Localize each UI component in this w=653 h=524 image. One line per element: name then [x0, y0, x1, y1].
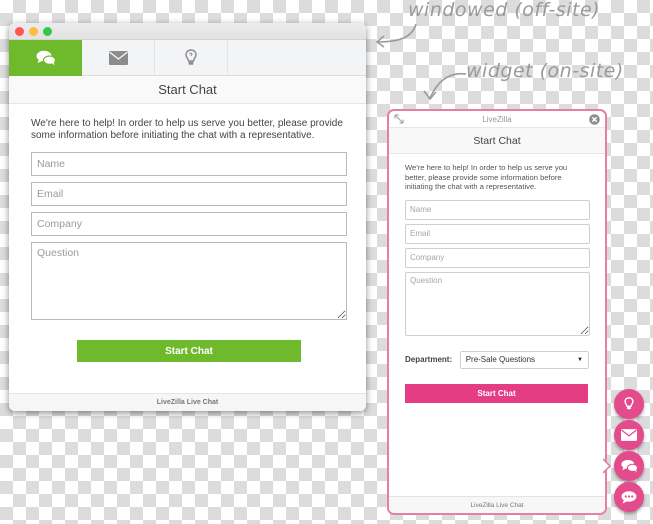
department-select[interactable]: Pre-Sale Questions ▼ [459, 350, 589, 369]
window-start-chat-button[interactable]: Start Chat [77, 340, 301, 362]
speech-bubble-dots-icon [621, 490, 637, 503]
window-email-input[interactable] [31, 182, 347, 206]
window-close-button[interactable] [15, 27, 24, 36]
tab-knowledgebase[interactable] [155, 40, 228, 76]
chat-widget: LiveZilla Start Chat We're here to help!… [387, 109, 607, 515]
annotation-windowed: windowed (off-site) [408, 0, 601, 21]
launcher-knowledgebase-button[interactable] [614, 389, 644, 419]
widget-header-title: Start Chat [389, 128, 605, 154]
widget-company-input[interactable] [405, 247, 590, 268]
window-company-input[interactable] [31, 212, 347, 236]
chat-bubbles-icon [620, 459, 638, 473]
widget-pointer [603, 458, 611, 474]
launcher-chat-button[interactable] [614, 451, 644, 481]
lightbulb-icon [624, 397, 634, 410]
lightbulb-icon [185, 49, 197, 65]
annotation-arrow-windowed [375, 23, 417, 48]
department-row: Department: Pre-Sale Questions ▼ [405, 350, 589, 369]
window-titlebar[interactable] [9, 23, 366, 40]
chat-bubbles-icon [36, 50, 56, 66]
department-label: Department: [405, 355, 453, 364]
window-minimize-button[interactable] [29, 27, 38, 36]
envelope-icon [621, 429, 637, 441]
tab-chat[interactable] [9, 40, 82, 76]
widget-start-chat-button[interactable]: Start Chat [405, 383, 588, 403]
widget-name-input[interactable] [405, 199, 590, 220]
expand-icon[interactable] [394, 114, 404, 124]
department-selected-value: Pre-Sale Questions [465, 354, 536, 364]
widget-question-textarea[interactable] [405, 271, 590, 336]
window-maximize-button[interactable] [43, 27, 52, 36]
window-intro-text: We're here to help! In order to help us … [31, 118, 343, 141]
window-name-input[interactable] [31, 152, 347, 176]
annotation-arrow-widget [423, 72, 467, 101]
widget-footer: LiveZilla Live Chat [389, 496, 605, 513]
chevron-down-icon: ▼ [577, 356, 583, 363]
widget-title: LiveZilla [482, 115, 512, 124]
widget-titlebar: LiveZilla [389, 111, 605, 128]
close-icon[interactable] [589, 114, 600, 125]
envelope-icon [108, 51, 128, 65]
window-footer: LiveZilla Live Chat [9, 393, 366, 411]
window-tabbar [9, 40, 366, 76]
widget-intro-text: We're here to help! In order to help us … [405, 163, 568, 191]
window-question-textarea[interactable] [31, 242, 347, 320]
widget-form: We're here to help! In order to help us … [389, 154, 605, 403]
launcher-email-button[interactable] [614, 420, 644, 450]
annotation-widget: widget (on-site) [466, 60, 624, 82]
tab-email[interactable] [82, 40, 155, 76]
launcher-quick-message-button[interactable] [614, 482, 644, 512]
window-form: We're here to help! In order to help us … [9, 104, 366, 362]
windowed-chat-window: Start Chat We're here to help! In order … [9, 23, 366, 411]
window-header-title: Start Chat [9, 76, 366, 104]
widget-email-input[interactable] [405, 223, 590, 244]
